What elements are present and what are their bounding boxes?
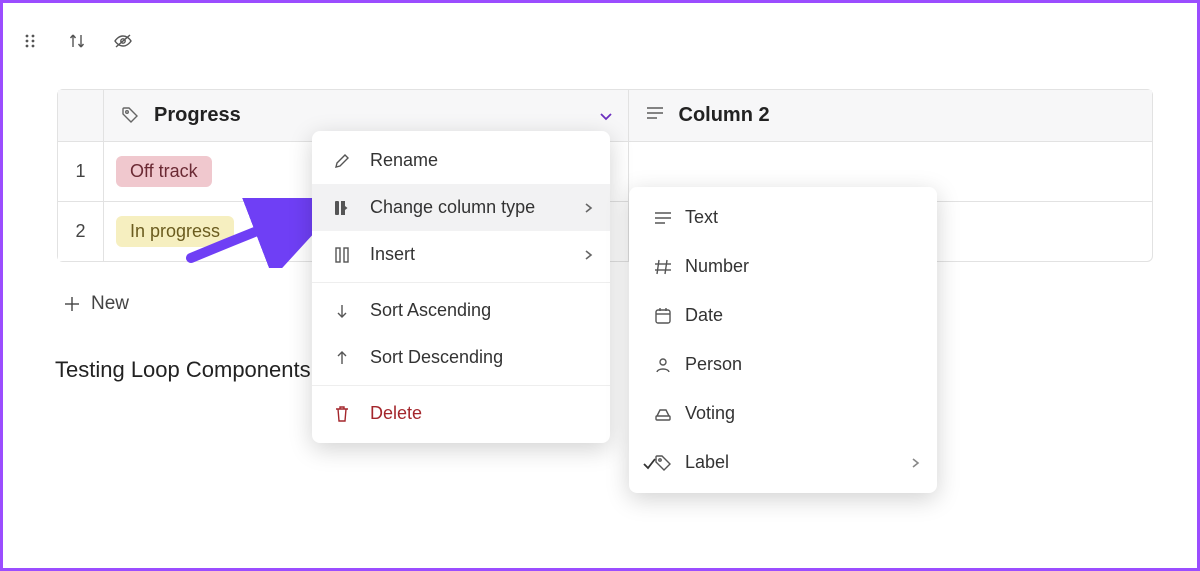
type-option-label: Voting xyxy=(685,403,735,424)
trash-icon xyxy=(332,404,352,424)
column-header-column2[interactable]: Column 2 xyxy=(629,90,1153,141)
text-icon xyxy=(645,105,667,127)
hide-icon[interactable] xyxy=(113,31,133,51)
type-option-date[interactable]: Date xyxy=(629,291,937,340)
type-option-text[interactable]: Text xyxy=(629,193,937,242)
menu-item-label: Sort Ascending xyxy=(370,300,491,321)
chevron-down-icon[interactable] xyxy=(598,108,614,124)
label-icon xyxy=(653,453,673,473)
sort-icon[interactable] xyxy=(67,31,87,51)
menu-item-label: Sort Descending xyxy=(370,347,503,368)
type-option-label: Date xyxy=(685,305,723,326)
chevron-right-icon xyxy=(582,202,594,214)
menu-sort-descending[interactable]: Sort Descending xyxy=(312,334,610,381)
column-header-label: Progress xyxy=(154,104,241,127)
person-icon xyxy=(653,355,673,375)
column-header-label: Column 2 xyxy=(679,104,770,127)
menu-item-label: Rename xyxy=(370,150,438,171)
menu-delete[interactable]: Delete xyxy=(312,390,610,437)
label-icon xyxy=(120,105,142,127)
column-type-submenu: Text Number Date Person Voting Label xyxy=(629,187,937,493)
number-icon xyxy=(653,257,673,277)
menu-separator xyxy=(312,282,610,283)
type-option-voting[interactable]: Voting xyxy=(629,389,937,438)
type-option-label: Label xyxy=(685,452,729,473)
status-tag-inprogress: In progress xyxy=(116,216,234,247)
table-toolbar xyxy=(21,31,133,51)
menu-insert[interactable]: Insert xyxy=(312,231,610,278)
menu-rename[interactable]: Rename xyxy=(312,137,610,184)
menu-separator xyxy=(312,385,610,386)
status-tag-offtrack: Off track xyxy=(116,156,212,187)
menu-sort-ascending[interactable]: Sort Ascending xyxy=(312,287,610,334)
pencil-icon xyxy=(332,151,352,171)
row-number-header xyxy=(58,90,104,141)
type-option-label: Text xyxy=(685,207,718,228)
type-option-label: Number xyxy=(685,256,749,277)
chevron-right-icon xyxy=(582,249,594,261)
row-number: 2 xyxy=(58,202,104,261)
arrow-up-icon xyxy=(332,348,352,368)
menu-item-label: Change column type xyxy=(370,197,535,218)
row-number: 1 xyxy=(58,142,104,201)
add-new-row[interactable]: New xyxy=(63,293,129,315)
type-option-label[interactable]: Label xyxy=(629,438,937,487)
add-new-row-label: New xyxy=(91,293,129,315)
plus-icon xyxy=(63,295,81,313)
menu-item-label: Insert xyxy=(370,244,415,265)
insert-column-icon xyxy=(332,245,352,265)
type-option-label: Person xyxy=(685,354,742,375)
column-context-menu: Rename Change column type Insert Sort As… xyxy=(312,131,610,443)
voting-icon xyxy=(653,404,673,424)
menu-change-column-type[interactable]: Change column type xyxy=(312,184,610,231)
page-caption: Testing Loop Components xyxy=(55,357,311,383)
calendar-icon xyxy=(653,306,673,326)
column-type-icon xyxy=(332,198,352,218)
chevron-right-icon xyxy=(909,457,921,469)
text-icon xyxy=(653,208,673,228)
menu-item-label: Delete xyxy=(370,403,422,424)
arrow-down-icon xyxy=(332,301,352,321)
type-option-person[interactable]: Person xyxy=(629,340,937,389)
type-option-number[interactable]: Number xyxy=(629,242,937,291)
drag-handle-icon[interactable] xyxy=(21,31,41,51)
